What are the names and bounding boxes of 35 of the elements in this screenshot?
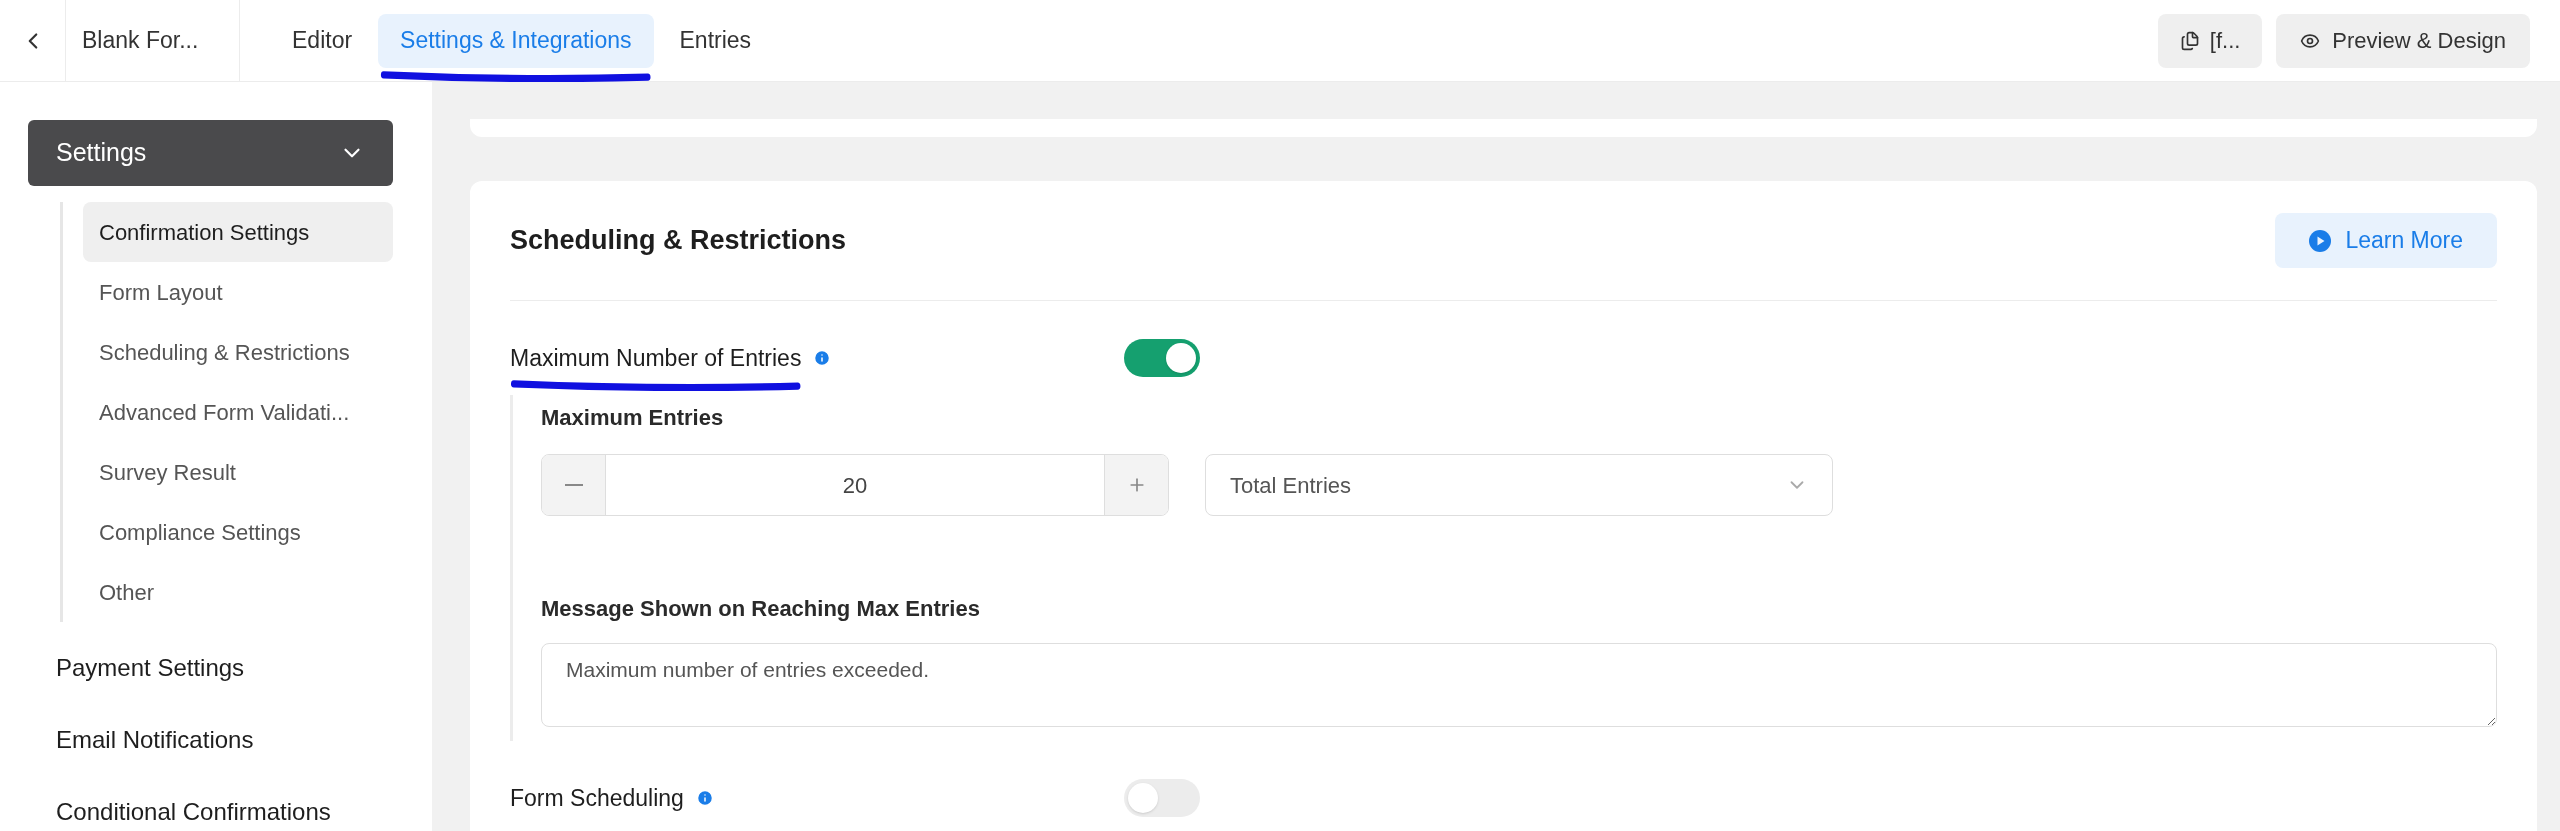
decrement-button[interactable] <box>542 455 606 515</box>
toggle-switch[interactable] <box>1124 779 1200 817</box>
message-field[interactable]: Maximum number of entries exceeded. <box>541 643 2497 727</box>
learn-more-button[interactable]: Learn More <box>2275 213 2497 268</box>
nav-tab[interactable]: Entries <box>657 13 774 68</box>
sidebar-item[interactable]: Email Notifications <box>28 704 393 776</box>
sidebar-subitem[interactable]: Scheduling & Restrictions <box>83 322 393 382</box>
sidebar-group-header[interactable]: Settings <box>28 120 393 186</box>
number-stepper[interactable]: 20 <box>541 454 1169 516</box>
sidebar-item[interactable]: Payment Settings <box>28 632 393 704</box>
sidebar-item[interactable]: Conditional Confirmations <box>28 776 393 831</box>
sidebar-subitem[interactable]: Confirmation Settings <box>83 202 393 262</box>
shortcode-button[interactable]: [f... <box>2157 13 2263 68</box>
copy-icon <box>2179 30 2200 51</box>
setting-label: Form Scheduling <box>510 783 684 813</box>
nav-tab[interactable]: Editor <box>270 13 375 68</box>
card-title: Scheduling & Restrictions <box>510 224 847 258</box>
info-icon <box>813 349 832 367</box>
field-label: Message Shown on Reaching Max Entries <box>541 595 981 623</box>
sidebar-subitem[interactable]: Survey Result <box>83 442 393 502</box>
sidebar-subitem[interactable]: Form Layout <box>83 262 393 322</box>
toggle-switch[interactable] <box>1124 339 1200 377</box>
minus-icon <box>564 484 583 486</box>
sidebar-subitem[interactable]: Advanced Form Validati... <box>83 382 393 442</box>
period-select[interactable]: Total Entries <box>1205 454 1833 516</box>
sidebar-subitem[interactable]: Other <box>83 562 393 622</box>
field-label: Maximum Entries <box>541 404 725 432</box>
preview-button[interactable]: Preview & Design <box>2276 13 2530 68</box>
number-value: 20 <box>841 471 869 500</box>
increment-button[interactable] <box>1104 455 1168 515</box>
play-icon <box>2309 229 2332 252</box>
sidebar-subitem[interactable]: Compliance Settings <box>83 502 393 562</box>
form-title: Blank For... <box>82 26 199 56</box>
setting-label: Maximum Number of Entries <box>510 340 802 376</box>
info-icon <box>695 789 714 807</box>
